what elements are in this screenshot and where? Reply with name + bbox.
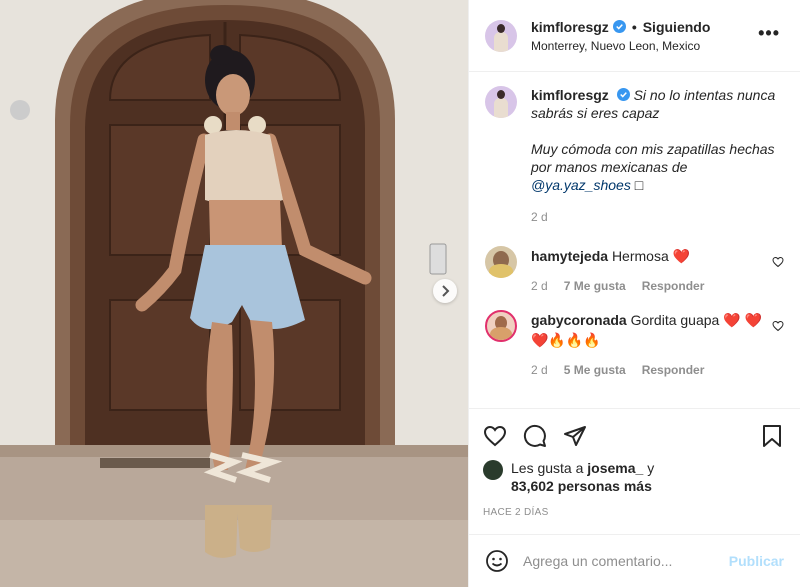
mention-link[interactable]: @ya.yaz_shoes (531, 177, 631, 193)
post-panel: kimfloresgz • Siguiendo Monterrey, Nuevo… (468, 0, 800, 587)
post-header: kimfloresgz • Siguiendo Monterrey, Nuevo… (469, 0, 800, 72)
caption-time[interactable]: 2 d (531, 208, 548, 226)
avatar[interactable] (485, 310, 517, 342)
caption: kimfloresgz Si no lo intentas nunca sabr… (485, 86, 784, 226)
chevron-right-icon (442, 285, 450, 297)
post-time[interactable]: HACE 2 DÍAS (483, 507, 786, 518)
verified-icon (612, 20, 626, 33)
comment-item: gabycoronada Gordita guapa ❤️ ❤️❤️🔥🔥🔥 2 … (485, 310, 784, 380)
bookmark-icon[interactable] (760, 424, 784, 448)
comment-item: hamytejeda Hermosa ❤️ 2 d 7 Me gusta Res… (485, 246, 784, 296)
reply-button[interactable]: Responder (642, 360, 705, 380)
header-text: kimfloresgz • Siguiendo Monterrey, Nuevo… (531, 19, 710, 53)
publish-button[interactable]: Publicar (729, 553, 784, 569)
avatar[interactable] (485, 19, 517, 52)
likes-prefix: Les gusta a (511, 460, 588, 476)
photo-illustration (0, 0, 468, 587)
caption-trailing: □ (630, 177, 644, 193)
avatar[interactable] (485, 86, 517, 118)
location-link[interactable]: Monterrey, Nuevo Leon, Mexico (531, 39, 710, 53)
avatar[interactable] (483, 460, 503, 480)
add-comment-bar: Publicar (469, 534, 800, 587)
action-icons (483, 421, 786, 451)
username-link[interactable]: kimfloresgz (531, 19, 609, 35)
heart-icon[interactable] (483, 424, 507, 448)
caption-username[interactable]: kimfloresgz (531, 87, 609, 103)
comment-time[interactable]: 2 d (531, 276, 548, 296)
comments-section: kimfloresgz Si no lo intentas nunca sabr… (469, 72, 800, 408)
likes-user-link[interactable]: josema_ (587, 460, 643, 476)
next-photo-button[interactable] (433, 279, 457, 303)
comment-username[interactable]: gabycoronada (531, 312, 627, 328)
emoji-icon[interactable] (485, 549, 509, 573)
heart-icon[interactable] (772, 256, 784, 268)
reply-button[interactable]: Responder (642, 276, 705, 296)
heart-icon[interactable] (772, 320, 784, 332)
post-actions: Les gusta a josema_ y 83,602 personas má… (469, 408, 800, 518)
more-options-icon[interactable]: ••• (758, 24, 780, 42)
following-button[interactable]: Siguiendo (643, 19, 711, 35)
comment-time[interactable]: 2 d (531, 360, 548, 380)
comment-username[interactable]: hamytejeda (531, 248, 608, 264)
comment-likes[interactable]: 5 Me gusta (564, 360, 626, 380)
comment-input[interactable] (523, 553, 729, 569)
likes-summary: Les gusta a josema_ y 83,602 personas má… (483, 459, 786, 495)
comment-text: Hermosa ❤️ (611, 248, 691, 264)
likes-count-link[interactable]: 83,602 personas más (511, 478, 652, 494)
caption-line-2: Muy cómoda con mis zapatillas hechas por… (531, 141, 775, 175)
comment-icon[interactable] (523, 424, 547, 448)
verified-icon (616, 88, 630, 101)
dot-separator: • (631, 18, 637, 35)
post-photo[interactable] (0, 0, 468, 587)
likes-suffix: y (643, 460, 655, 476)
share-icon[interactable] (563, 424, 587, 448)
comment-likes[interactable]: 7 Me gusta (564, 276, 626, 296)
avatar[interactable] (485, 246, 517, 278)
